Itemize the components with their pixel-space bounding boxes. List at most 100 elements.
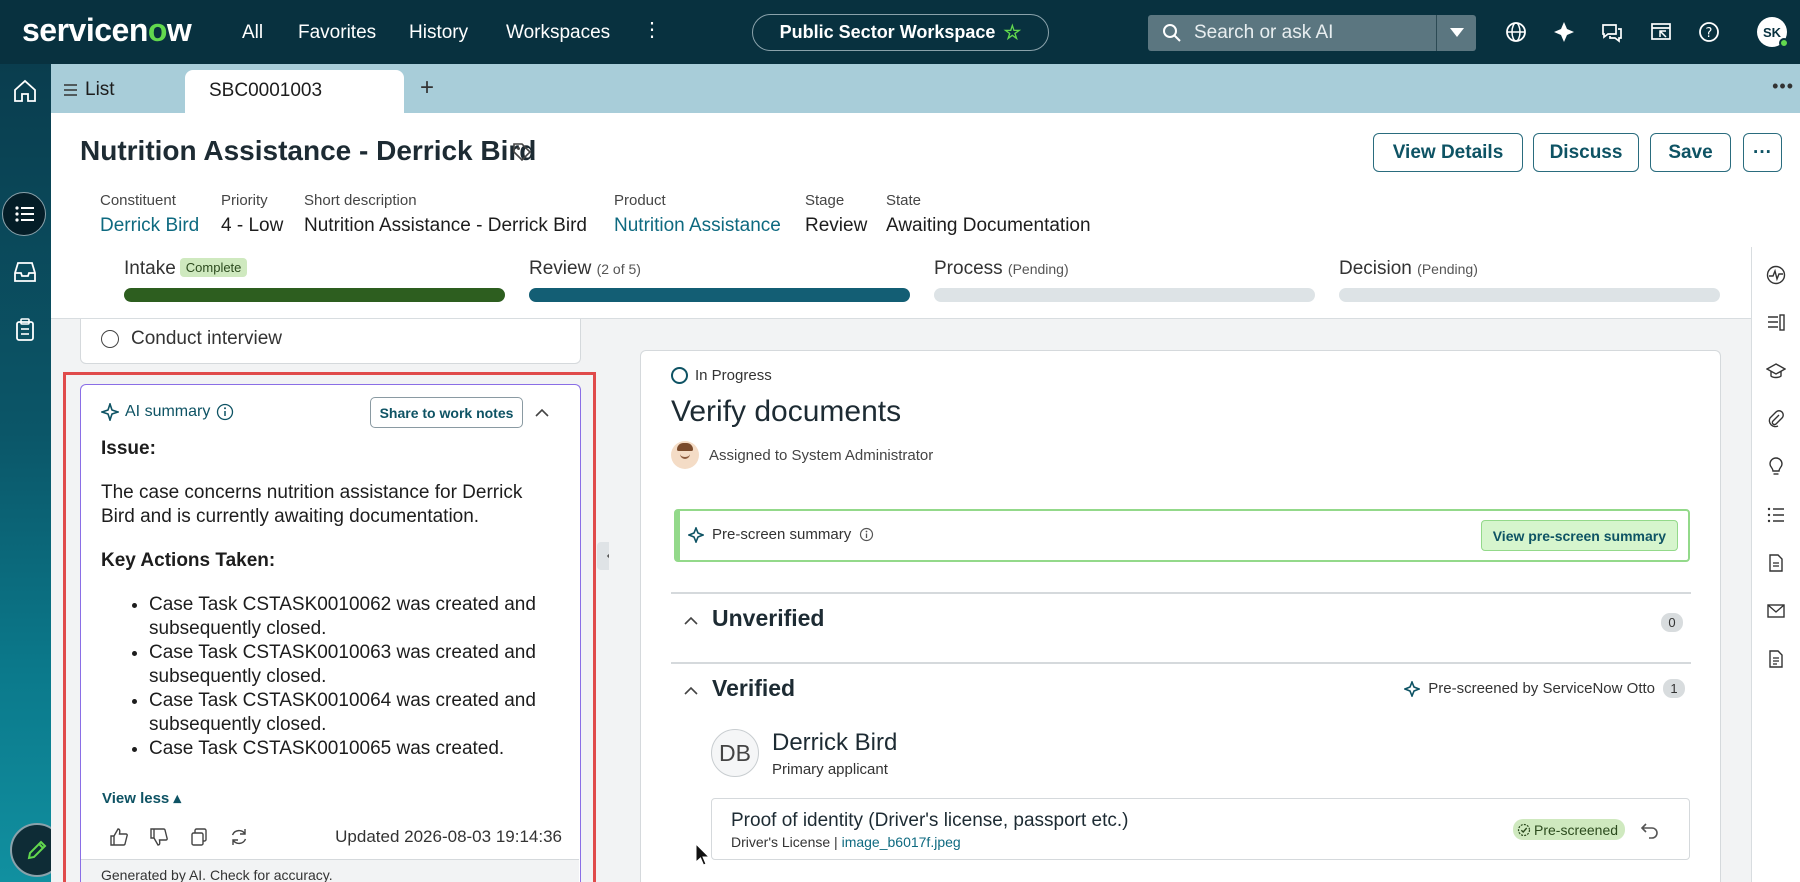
- global-search[interactable]: Search or ask AI: [1148, 15, 1476, 51]
- prescreen-summary-banner: Pre-screen summary View pre-screen summa…: [674, 509, 1690, 562]
- nav-workspaces[interactable]: Workspaces: [506, 22, 610, 44]
- tab-record[interactable]: SBC0001003: [185, 70, 404, 113]
- stage-intake[interactable]: Intake Complete: [124, 258, 505, 302]
- workspace-selector[interactable]: Public Sector Workspace ☆: [752, 14, 1049, 51]
- undo-icon[interactable]: [1640, 819, 1660, 839]
- email-icon[interactable]: [1766, 601, 1786, 621]
- view-less-link[interactable]: View less ▴: [102, 789, 181, 807]
- stage-bar: [934, 288, 1315, 302]
- document-icon[interactable]: [1766, 553, 1786, 573]
- paperclip-icon[interactable]: [1766, 409, 1786, 429]
- list-item: Case Task CSTASK0010065 was created.: [149, 737, 541, 761]
- more-menu-icon[interactable]: ⋮: [642, 20, 662, 40]
- list-icon[interactable]: [12, 201, 38, 227]
- task-title: Verify documents: [671, 395, 902, 428]
- view-details-button[interactable]: View Details: [1373, 133, 1523, 172]
- document-title: Proof of identity (Driver's license, pas…: [731, 810, 1129, 831]
- list-item: Case Task CSTASK0010064 was created and …: [149, 689, 541, 737]
- thumbs-down-icon[interactable]: [149, 827, 169, 847]
- checklist-icon[interactable]: [1766, 505, 1786, 525]
- task-status: In Progress: [671, 367, 772, 384]
- issue-heading: Issue:: [101, 438, 156, 459]
- nav-all[interactable]: All: [242, 22, 263, 44]
- constituent-link[interactable]: Derrick Bird: [100, 215, 199, 237]
- activity-icon[interactable]: [1766, 265, 1786, 285]
- details-panel-icon[interactable]: [1766, 313, 1786, 333]
- applicant-role: Primary applicant: [772, 761, 888, 778]
- stage-decision[interactable]: Decision (Pending): [1339, 258, 1720, 302]
- document-file-link[interactable]: image_b6017f.jpeg: [842, 834, 961, 850]
- chevron-up-icon[interactable]: [683, 613, 699, 629]
- chevron-up-icon[interactable]: [683, 683, 699, 699]
- caret-up-icon: ▴: [173, 790, 181, 807]
- nav-history[interactable]: History: [409, 22, 468, 44]
- applicant-name: Derrick Bird: [772, 729, 898, 756]
- top-navigation: servicenow All Favorites History Workspa…: [0, 0, 1800, 64]
- menu-icon: [64, 84, 77, 96]
- copy-icon[interactable]: [189, 827, 209, 847]
- thumbs-up-icon[interactable]: [109, 827, 129, 847]
- assignee: Assigned to System Administrator: [671, 441, 933, 469]
- help-icon[interactable]: ?: [1697, 20, 1721, 44]
- ai-summary-header: AI summary: [101, 403, 234, 421]
- info-icon[interactable]: [859, 527, 874, 542]
- tab-list[interactable]: List: [64, 79, 115, 101]
- field-state: State Awaiting Documentation: [886, 192, 1091, 236]
- inbox-icon[interactable]: [12, 259, 38, 285]
- section-divider: [671, 592, 1691, 594]
- tag-icon[interactable]: [512, 142, 532, 162]
- discuss-button[interactable]: Discuss: [1533, 133, 1639, 172]
- graduation-cap-icon[interactable]: [1766, 361, 1786, 381]
- field-short-description: Short description Nutrition Assistance - …: [304, 192, 587, 236]
- list-item: Case Task CSTASK0010063 was created and …: [149, 641, 541, 689]
- search-dropdown-button[interactable]: [1436, 15, 1476, 51]
- nav-favorites[interactable]: Favorites: [298, 22, 376, 44]
- actions-list: Case Task CSTASK0010062 was created and …: [101, 593, 541, 761]
- share-to-work-notes-button[interactable]: Share to work notes: [370, 397, 523, 428]
- document-subtitle: Driver's License | image_b6017f.jpeg: [731, 834, 961, 850]
- info-icon[interactable]: [216, 403, 234, 421]
- ai-sparkle-icon[interactable]: [1552, 20, 1576, 44]
- document-row[interactable]: Proof of identity (Driver's license, pas…: [711, 798, 1690, 860]
- checklist-card: Conduct interview: [80, 319, 581, 364]
- stage-complete-badge: Complete: [179, 258, 248, 277]
- product-link[interactable]: Nutrition Assistance: [614, 215, 781, 237]
- globe-icon[interactable]: [1504, 20, 1528, 44]
- checklist-item: Conduct interview: [131, 328, 283, 349]
- right-rail: [1751, 247, 1800, 882]
- notes-icon[interactable]: [1766, 649, 1786, 669]
- stage-review[interactable]: Review (2 of 5): [529, 258, 910, 302]
- field-priority: Priority 4 - Low: [221, 192, 284, 236]
- refresh-icon[interactable]: [229, 827, 249, 847]
- more-actions-button[interactable]: ···: [1743, 133, 1782, 172]
- view-prescreen-summary-button[interactable]: View pre-screen summary: [1480, 520, 1678, 551]
- checklist-radio[interactable]: [101, 330, 119, 348]
- clipboard-icon[interactable]: [12, 317, 38, 343]
- assignee-avatar: [671, 441, 699, 469]
- new-tab-plus-icon[interactable]: +: [420, 74, 434, 102]
- user-avatar[interactable]: SK: [1757, 17, 1789, 48]
- ai-sparkle-icon: [688, 526, 704, 543]
- left-rail: [0, 64, 64, 882]
- stage-bar: [529, 288, 910, 302]
- tab-bar: List SBC0001003 + •••: [51, 64, 1800, 113]
- save-button[interactable]: Save: [1650, 133, 1731, 172]
- ai-sparkle-icon: [101, 403, 119, 421]
- field-constituent: Constituent Derrick Bird: [100, 192, 200, 237]
- search-input[interactable]: Search or ask AI: [1194, 22, 1333, 44]
- ai-summary-card: AI summary Share to work notes Issue: Th…: [80, 384, 581, 882]
- mouse-cursor-icon: [695, 843, 711, 866]
- star-icon[interactable]: ☆: [1003, 20, 1021, 45]
- chat-icon[interactable]: [1600, 20, 1624, 44]
- updated-timestamp: Updated 2026-08-03 19:14:36: [335, 827, 562, 846]
- chevron-up-icon[interactable]: [534, 405, 550, 421]
- browser-icon[interactable]: [1649, 20, 1673, 44]
- section-divider: [671, 662, 1691, 664]
- stage-process[interactable]: Process (Pending): [934, 258, 1315, 302]
- caret-down-icon: [1449, 28, 1464, 37]
- field-product: Product Nutrition Assistance: [614, 192, 781, 237]
- tab-overflow-icon[interactable]: •••: [1772, 76, 1794, 97]
- lightbulb-icon[interactable]: [1766, 457, 1786, 477]
- servicenow-logo[interactable]: servicenow: [22, 12, 192, 49]
- home-icon[interactable]: [12, 78, 38, 104]
